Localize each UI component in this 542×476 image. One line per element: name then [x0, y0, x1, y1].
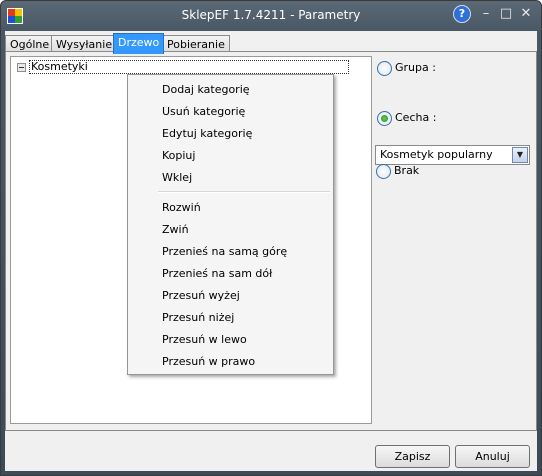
- menu-item-delete-category[interactable]: Usuń kategorię: [162, 105, 245, 118]
- minimize-button[interactable]: –: [477, 5, 495, 23]
- tab-drzewo[interactable]: Drzewo: [113, 33, 165, 54]
- tab-strip: Ogólne Wysyłanie Drzewo Pobieranie: [5, 33, 537, 54]
- menu-item-move-bottom[interactable]: Przenieś na sam dół: [162, 267, 272, 280]
- menu-item-expand[interactable]: Rozwiń: [162, 201, 201, 214]
- menu-item-move-top[interactable]: Przenieś na samą górę: [162, 245, 287, 258]
- tree-node-label[interactable]: Kosmetyki: [29, 60, 349, 74]
- menu-separator: [158, 191, 330, 193]
- context-menu: Dodaj kategorię Usuń kategorię Edytuj ka…: [127, 74, 334, 375]
- collapse-icon[interactable]: [17, 63, 26, 72]
- brak-label: Brak: [394, 164, 420, 177]
- menu-item-move-left[interactable]: Przesuń w lewo: [162, 333, 247, 346]
- grupa-label: Grupa :: [395, 61, 436, 74]
- menu-item-collapse[interactable]: Zwiń: [162, 223, 189, 236]
- cecha-radio[interactable]: [377, 111, 392, 126]
- cecha-dropdown[interactable]: Kosmetyk popularny ▼: [375, 145, 530, 165]
- menu-item-move-right[interactable]: Przesuń w prawo: [162, 355, 255, 368]
- maximize-button[interactable]: □: [497, 5, 515, 23]
- help-button[interactable]: ?: [453, 5, 471, 23]
- menu-item-copy[interactable]: Kopiuj: [162, 149, 195, 162]
- menu-item-move-up[interactable]: Przesuń wyżej: [162, 289, 240, 302]
- grupa-radio[interactable]: [377, 61, 392, 76]
- cecha-label: Cecha :: [395, 111, 437, 124]
- save-button[interactable]: Zapisz: [375, 445, 450, 468]
- menu-item-paste[interactable]: Wklej: [162, 171, 192, 184]
- close-button[interactable]: ✕: [517, 5, 535, 23]
- cancel-button[interactable]: Anuluj: [455, 445, 530, 468]
- brak-radio[interactable]: [376, 164, 391, 179]
- menu-item-add-category[interactable]: Dodaj kategorię: [162, 83, 250, 96]
- title-bar[interactable]: SklepEF 1.7.4211 - Parametry ? – □ ✕: [1, 1, 541, 31]
- chevron-down-icon[interactable]: ▼: [512, 147, 528, 163]
- cecha-dropdown-value: Kosmetyk popularny: [380, 148, 493, 161]
- menu-item-move-down[interactable]: Przesuń niżej: [162, 311, 234, 324]
- menu-item-edit-category[interactable]: Edytuj kategorię: [162, 127, 252, 140]
